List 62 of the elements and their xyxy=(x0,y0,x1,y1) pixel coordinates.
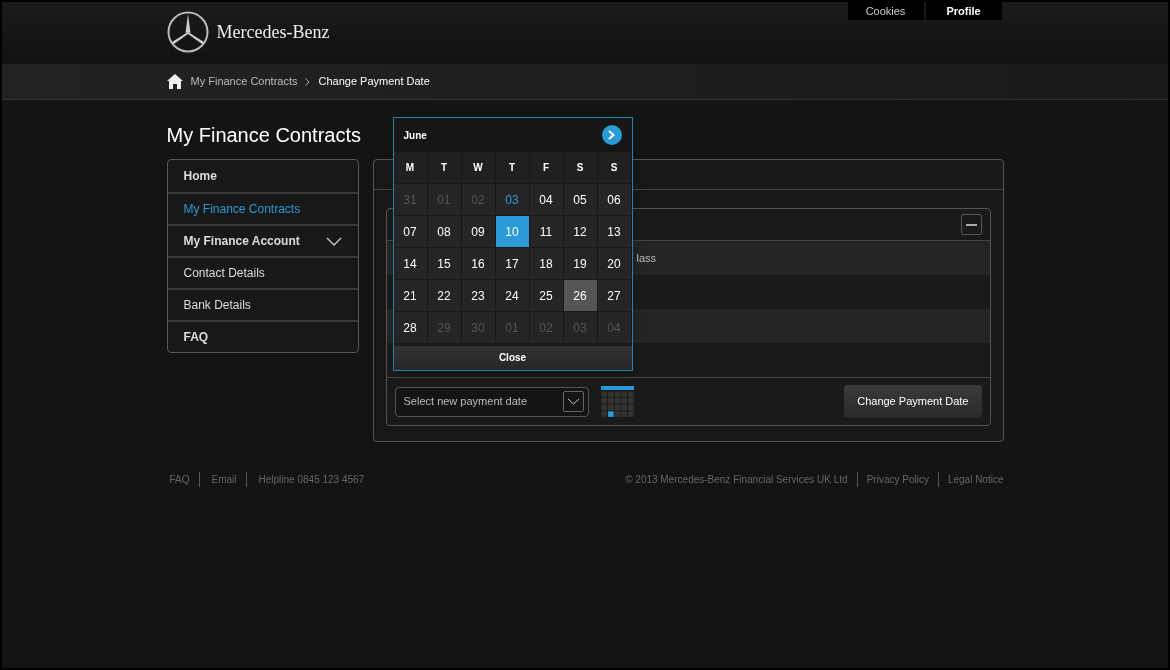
calendar-day[interactable]: 27 xyxy=(597,280,632,312)
calendar-day[interactable]: 24 xyxy=(495,280,530,312)
date-input[interactable]: Select new payment date xyxy=(403,393,554,410)
sidebar-item[interactable]: Bank Details xyxy=(167,288,358,320)
calendar-day[interactable]: 08 xyxy=(427,216,462,248)
calendar-day[interactable]: 23 xyxy=(461,280,496,312)
calendar-day[interactable]: 07 xyxy=(393,216,428,248)
calendar-day[interactable]: 16 xyxy=(461,248,496,280)
chevron-right-icon xyxy=(608,130,615,140)
home-icon[interactable] xyxy=(166,74,183,89)
calendar-day[interactable]: 22 xyxy=(427,280,462,312)
weekday-label: T xyxy=(495,152,530,184)
calendar-day[interactable]: 19 xyxy=(563,248,598,280)
copyright-text: © 2013 Mercedes-Benz Financial Services UK Ltd xyxy=(625,473,848,487)
weekday-label: S xyxy=(563,152,598,184)
breadcrumb-link[interactable]: My Finance Contracts xyxy=(190,73,298,90)
page-title: My Finance Contracts xyxy=(166,123,359,148)
calendar-day[interactable]: 11 xyxy=(529,216,564,248)
calendar-day[interactable]: 03 xyxy=(495,184,530,216)
calendar-day[interactable]: 09 xyxy=(461,216,496,248)
weekday-label: S xyxy=(597,152,632,184)
calendar-day[interactable]: 12 xyxy=(563,216,598,248)
sidebar-item[interactable]: Contact Details xyxy=(167,256,358,288)
calendar-day[interactable]: 05 xyxy=(563,184,598,216)
calendar-day[interactable]: 17 xyxy=(495,248,530,280)
helpline-text: Helpline 0845 123 4567 xyxy=(258,473,365,487)
brand-name: Mercedes-Benz xyxy=(216,20,330,44)
star-logo-icon xyxy=(166,11,209,53)
collapse-button[interactable] xyxy=(960,214,982,235)
weekday-label: W xyxy=(461,152,496,184)
row-text: lass xyxy=(636,250,657,266)
dropdown-caret-icon xyxy=(562,391,584,412)
month-label: June xyxy=(403,128,427,143)
breadcrumb-current: Change Payment Date xyxy=(318,74,430,90)
calendar-day[interactable]: 06 xyxy=(597,184,632,216)
sidebar-item[interactable]: Home xyxy=(167,160,358,192)
chevron-right-icon xyxy=(305,77,311,86)
calendar-day[interactable]: 21 xyxy=(393,280,428,312)
next-month-button[interactable] xyxy=(601,125,622,145)
close-button[interactable]: Close xyxy=(393,345,632,370)
calendar-day[interactable]: 18 xyxy=(529,248,564,280)
sidebar-item[interactable]: FAQ xyxy=(167,320,358,352)
calendar-day[interactable]: 15 xyxy=(427,248,462,280)
weekday-label: F xyxy=(529,152,564,184)
date-select[interactable]: Select new payment date xyxy=(394,386,589,417)
calendar-day[interactable]: 20 xyxy=(597,248,632,280)
calendar-day[interactable]: 04 xyxy=(529,184,564,216)
calendar-day[interactable]: 25 xyxy=(529,280,564,312)
top-link[interactable]: Cookies xyxy=(847,2,924,20)
chevron-down-icon xyxy=(325,236,342,246)
calendar-day[interactable]: 28 xyxy=(393,312,428,344)
sidebar-item[interactable]: My Finance Contracts xyxy=(167,192,358,224)
top-link[interactable]: Profile xyxy=(925,2,1002,20)
calendar-day[interactable]: 13 xyxy=(597,216,632,248)
weekday-label: T xyxy=(427,152,462,184)
sidebar-item[interactable]: My Finance Account xyxy=(167,224,358,256)
change-payment-date-button[interactable]: Change Payment Date xyxy=(844,385,982,418)
calendar-day[interactable]: 26 xyxy=(563,280,598,312)
minus-icon xyxy=(965,223,977,226)
calendar-day[interactable]: 14 xyxy=(393,248,428,280)
calendar-icon[interactable] xyxy=(600,385,634,418)
weekday-label: M xyxy=(393,152,428,184)
